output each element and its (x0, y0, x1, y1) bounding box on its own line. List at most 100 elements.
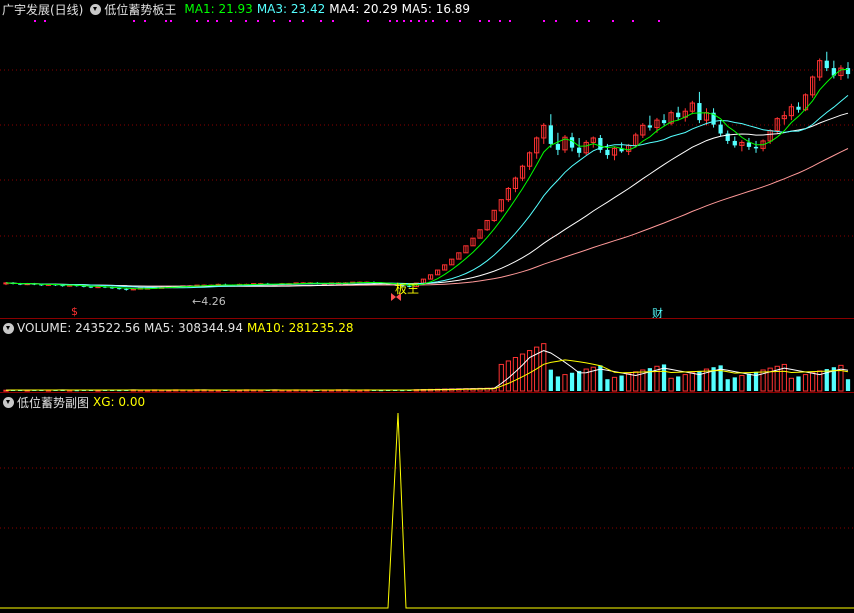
volume-bar-down (725, 379, 730, 391)
volume-bar-up (689, 372, 695, 392)
dropdown-circle-icon[interactable] (3, 322, 14, 334)
signal-dot (320, 20, 322, 22)
dollar-marker: $ (71, 305, 78, 318)
candle-body-down (605, 149, 610, 156)
volume-bar-up (739, 375, 745, 392)
signal-dot (488, 20, 490, 22)
indicator-name[interactable]: 低位蓄势副图 (17, 394, 89, 411)
volume-bar-down (555, 376, 561, 391)
signal-dot (499, 20, 501, 22)
signal-dot (367, 20, 369, 22)
candle-body-down (548, 125, 553, 144)
signal-dot (207, 20, 209, 22)
ma3-value: MA3: 23.42 (256, 2, 326, 16)
volume-bar-down (676, 376, 681, 391)
volume-bar-down (796, 376, 801, 391)
signal-dot (396, 20, 398, 22)
signal-dot (170, 20, 172, 22)
candle-body-down (647, 125, 653, 128)
candle-body-down (746, 142, 752, 147)
volume-bar-down (619, 375, 624, 391)
dropdown-circle-icon[interactable] (3, 396, 14, 408)
volume-bar-up (682, 374, 688, 392)
volume-bar-down (732, 377, 737, 391)
candle-body-down (577, 147, 582, 153)
signal-label: 板王 (395, 282, 420, 296)
volume-bar-up (562, 374, 568, 392)
volume-bar-up (668, 377, 674, 392)
volume-bar-down (746, 373, 752, 391)
signal-dot (479, 20, 481, 22)
signal-dot (230, 20, 232, 22)
signal-dot (44, 20, 46, 22)
indicator-header: 低位蓄势副图 XG: 0.00 (0, 393, 149, 411)
volume-ma5: MA5: 308344.94 (144, 321, 243, 335)
indicator-chart-canvas[interactable] (0, 393, 854, 613)
volume-bar-down (577, 370, 582, 391)
candle-body-down (88, 286, 94, 288)
volume-bar-down (569, 372, 575, 391)
signal-dot (418, 20, 420, 22)
candle-body-down (796, 106, 801, 110)
signal-dot (273, 20, 275, 22)
signal-dot (196, 20, 198, 22)
signal-dot (425, 20, 427, 22)
volume-bar-down (845, 379, 851, 391)
candle-body-down (124, 288, 129, 290)
volume-bar-up (802, 374, 809, 392)
xg-value: XG: 0.00 (93, 395, 146, 409)
signal-dot (257, 20, 259, 22)
volume-header: VOLUME: 243522.56 MA5: 308344.94 MA10: 2… (0, 319, 358, 337)
price-chart-canvas[interactable] (0, 0, 854, 318)
candle-body-down (732, 140, 737, 146)
volume-bar-up (788, 377, 795, 392)
signal-dot (302, 20, 304, 22)
candle-body-down (718, 124, 723, 134)
signal-dot (245, 20, 247, 22)
volume-ma10: MA10: 281235.28 (246, 321, 354, 335)
ma4-value: MA4: 20.29 (329, 2, 398, 16)
ma4-line (5, 112, 849, 287)
price-chart-panel[interactable]: 广宇发展(日线) 低位蓄势板王 MA1: 21.93 MA3: 23.42 MA… (0, 0, 854, 320)
formula-name[interactable]: 低位蓄势板王 (104, 1, 176, 18)
dropdown-circle-icon[interactable] (90, 3, 102, 15)
volume-bar-down (605, 379, 610, 391)
candle-body-down (824, 60, 829, 69)
signal-dot (289, 20, 291, 22)
low-price-label: ←4.26 (192, 295, 226, 308)
xg-signal-line (0, 412, 854, 609)
volume-bar-up (512, 357, 519, 392)
signal-dot (410, 20, 412, 22)
signal-dot (658, 20, 660, 22)
signal-dot (588, 20, 590, 22)
signal-dot (509, 20, 511, 22)
signal-dot (389, 20, 391, 22)
signal-dot (432, 20, 434, 22)
ma1-line (5, 68, 849, 290)
ma3-line (5, 95, 849, 289)
signal-dot (165, 20, 167, 22)
ma5-line (5, 148, 849, 287)
volume-chart-panel[interactable]: VOLUME: 243522.56 MA5: 308344.94 MA10: 2… (0, 319, 854, 392)
candle-body-down (661, 120, 667, 124)
signal-dot (555, 20, 557, 22)
signal-dot (632, 20, 634, 22)
volume-bar-up (611, 376, 618, 392)
volume-value: VOLUME: 243522.56 (17, 321, 140, 335)
candle-body-down (676, 112, 681, 118)
indicator-chart-panel[interactable]: 低位蓄势副图 XG: 0.00 (0, 393, 854, 613)
stock-title: 广宇发展(日线) (2, 2, 84, 17)
signal-dot (332, 20, 334, 22)
candle-body-down (753, 146, 759, 149)
candle-body-down (697, 103, 702, 121)
signal-dot (446, 20, 448, 22)
volume-bar-up (519, 353, 526, 392)
signal-dot (216, 20, 218, 22)
ma5-value: MA5: 16.89 (401, 2, 471, 16)
candle-body-down (555, 143, 561, 150)
signal-dot (459, 20, 461, 22)
volume-bar-down (548, 369, 553, 391)
signal-dot (403, 20, 405, 22)
volume-bar-up (809, 372, 816, 392)
signal-dot (612, 20, 614, 22)
